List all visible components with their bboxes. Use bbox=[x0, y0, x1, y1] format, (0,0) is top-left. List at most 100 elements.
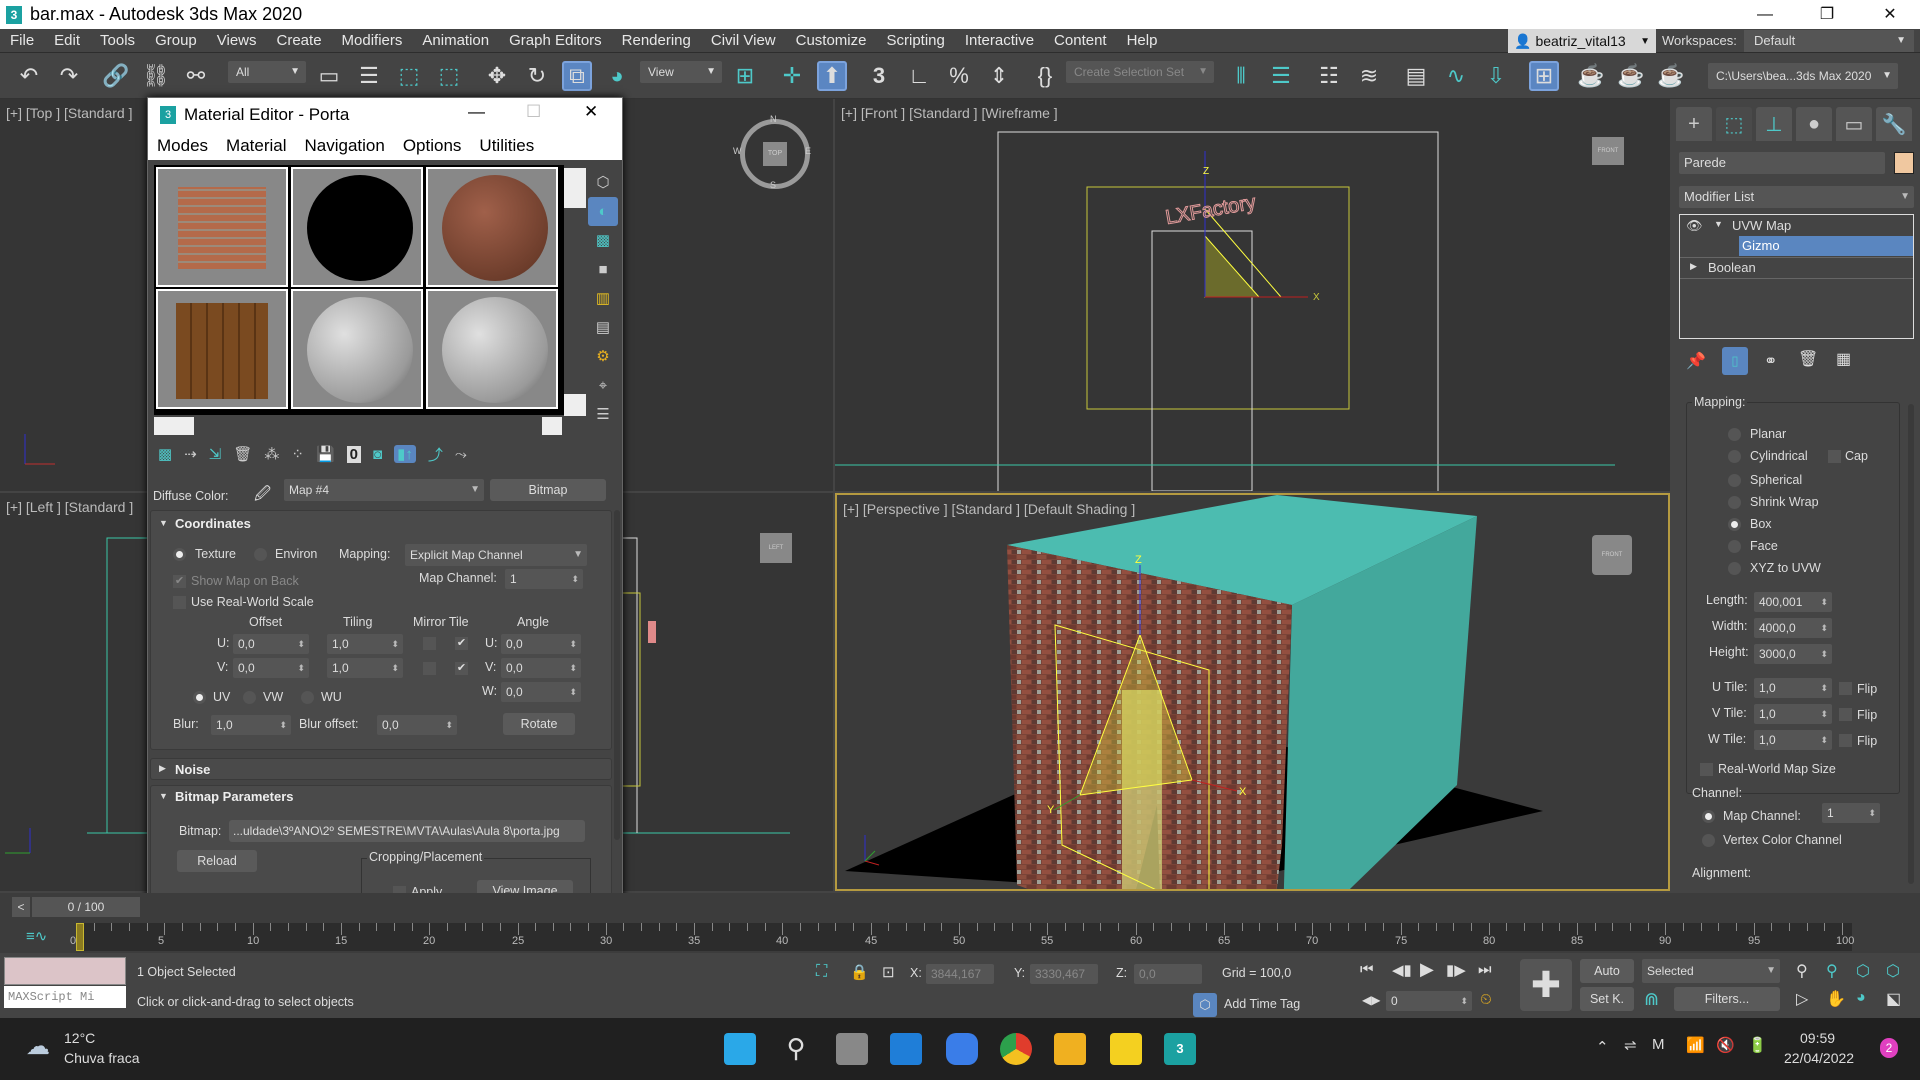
slots-hscroll-end[interactable] bbox=[542, 417, 562, 435]
menu-animation[interactable]: Animation bbox=[412, 29, 499, 53]
absolute-mode-icon[interactable]: ⊡ bbox=[882, 963, 895, 981]
length-spinner[interactable]: 400,001 ⬍ bbox=[1754, 592, 1832, 612]
pivot-center-icon[interactable]: ⊞ bbox=[730, 61, 760, 91]
tile-u-checkbox[interactable]: ✔ bbox=[455, 637, 468, 650]
stack-item-uvw-map[interactable]: UVW Map bbox=[1732, 218, 1791, 233]
current-frame-spinner[interactable]: 0 ⬍ bbox=[1386, 991, 1472, 1011]
tiling-v-spinner[interactable]: 1,0 ⬍ bbox=[327, 658, 403, 678]
bitmap-parameters-title[interactable]: Bitmap Parameters bbox=[175, 789, 294, 804]
make-preview-icon[interactable]: ▤ bbox=[588, 313, 618, 342]
workspaces-dropdown[interactable]: Default ▼ bbox=[1744, 30, 1914, 52]
search-icon[interactable]: ⚲ bbox=[780, 1033, 812, 1065]
collapse-arrow-icon[interactable]: ▼ bbox=[159, 518, 168, 528]
tiling-u-spinner[interactable]: 1,0 ⬍ bbox=[327, 634, 403, 654]
zoom-extents-all-icon[interactable]: ⬡ bbox=[1886, 961, 1900, 981]
menu-options[interactable]: Options bbox=[394, 136, 471, 156]
menu-tools[interactable]: Tools bbox=[90, 29, 145, 53]
pan-icon[interactable]: ✋ bbox=[1826, 989, 1846, 1009]
radio-face[interactable] bbox=[1728, 540, 1741, 553]
backlight-icon[interactable]: ◐ bbox=[588, 197, 618, 226]
timeline-current-frame-marker[interactable] bbox=[76, 923, 84, 951]
go-to-start-icon[interactable]: ⏮ bbox=[1360, 961, 1374, 978]
material-id-icon[interactable]: 0 bbox=[346, 445, 361, 463]
mail-app-icon[interactable] bbox=[890, 1033, 922, 1065]
map-channel-spinner[interactable]: 1 ⬍ bbox=[505, 569, 583, 589]
show-end-result-icon[interactable]: ▮↑ bbox=[394, 445, 416, 463]
move-icon[interactable]: ✥ bbox=[482, 61, 512, 91]
meet-tray-icon[interactable]: M bbox=[1652, 1036, 1665, 1053]
viewcube-perspective[interactable]: FRONT bbox=[1592, 535, 1632, 575]
rotate-button[interactable]: Rotate bbox=[503, 713, 575, 735]
v-tile-spinner[interactable]: 1,0 ⬍ bbox=[1754, 704, 1832, 724]
play-icon[interactable]: ▶ bbox=[1420, 959, 1434, 980]
network-tray-icon[interactable]: ⇌ bbox=[1624, 1036, 1637, 1054]
sample-slot-brick-cube[interactable] bbox=[156, 167, 288, 287]
close-button[interactable]: ✕ bbox=[1860, 0, 1920, 29]
configure-modifier-sets-icon[interactable]: ▦ bbox=[1836, 349, 1851, 369]
selection-lock-icon[interactable]: 🔒 bbox=[850, 963, 869, 981]
maximize-viewport-icon[interactable]: ⬕ bbox=[1886, 989, 1901, 1009]
show-map-on-back-checkbox[interactable]: ✔ bbox=[173, 575, 186, 588]
object-name-field[interactable]: Parede bbox=[1679, 152, 1885, 174]
show-shaded-material-icon[interactable]: ◙ bbox=[373, 446, 382, 463]
menu-navigation[interactable]: Navigation bbox=[296, 136, 394, 156]
create-tab-icon[interactable]: + bbox=[1676, 107, 1712, 141]
sample-slot-black-sphere[interactable] bbox=[291, 167, 423, 287]
sample-slot-wood-crate[interactable] bbox=[156, 289, 288, 409]
curve-editor-mini-icon[interactable]: ≡∿ bbox=[26, 927, 47, 945]
task-view-icon[interactable] bbox=[836, 1033, 868, 1065]
radio-planar[interactable] bbox=[1728, 428, 1741, 441]
y-coordinate-field[interactable]: 3330,467 bbox=[1030, 964, 1098, 984]
time-slider[interactable]: 0 / 100 bbox=[32, 897, 140, 917]
menu-material[interactable]: Material bbox=[217, 136, 295, 156]
select-and-place-icon[interactable]: ◕ bbox=[602, 61, 632, 91]
schematic-view-icon[interactable]: ⇩ bbox=[1481, 61, 1511, 91]
display-tab-icon[interactable]: ▭ bbox=[1836, 107, 1872, 141]
radio-spherical[interactable] bbox=[1728, 474, 1741, 487]
map-name-field[interactable]: Map #4 ▼ bbox=[284, 479, 484, 501]
sample-type-icon[interactable]: ⬡ bbox=[588, 168, 618, 197]
radio-xyz-to-uvw[interactable] bbox=[1728, 562, 1741, 575]
reset-map-icon[interactable]: 🗑 bbox=[233, 445, 252, 463]
scene-explorer-icon[interactable]: ☷ bbox=[1314, 61, 1344, 91]
menu-utilities[interactable]: Utilities bbox=[470, 136, 543, 156]
auto-key-button[interactable]: Auto bbox=[1580, 959, 1634, 983]
radio-cylindrical[interactable] bbox=[1728, 450, 1741, 463]
3dsmax-app-icon[interactable]: 3 bbox=[1164, 1033, 1196, 1065]
key-filter-dropdown[interactable]: Selected ▼ bbox=[1642, 959, 1780, 983]
assign-to-selection-icon[interactable]: ⇲ bbox=[209, 445, 222, 463]
volume-muted-icon[interactable]: 🔇 bbox=[1716, 1036, 1735, 1054]
zoom-all-icon[interactable]: ⚲ bbox=[1826, 961, 1838, 981]
rotate-icon[interactable]: ↻ bbox=[522, 61, 552, 91]
blur-spinner[interactable]: 1,0 ⬍ bbox=[211, 715, 291, 735]
field-of-view-icon[interactable]: ▷ bbox=[1796, 989, 1808, 1009]
snap-toggle-icon[interactable]: 3 bbox=[864, 61, 894, 91]
menu-graph-editors[interactable]: Graph Editors bbox=[499, 29, 612, 53]
material-editor-titlebar[interactable]: 3 Material Editor - Porta — ☐ ✕ bbox=[148, 98, 622, 132]
angle-snap-icon[interactable]: ∟ bbox=[904, 61, 934, 91]
options-icon[interactable]: ⚙ bbox=[588, 342, 618, 371]
maxscript-mini-listener[interactable]: MAXScript Mi bbox=[4, 986, 126, 1008]
user-account-dropdown[interactable]: 👤 beatriz_vital13 ▼ bbox=[1508, 29, 1656, 53]
curve-editor-icon[interactable]: ∿ bbox=[1441, 61, 1471, 91]
mirror-v-checkbox[interactable] bbox=[423, 662, 436, 675]
weather-desc[interactable]: Chuva fraca bbox=[64, 1050, 139, 1066]
w-flip-checkbox[interactable] bbox=[1839, 734, 1852, 747]
rendered-frame-window-icon[interactable]: ☕ bbox=[1616, 61, 1646, 91]
x-coordinate-field[interactable]: 3844,167 bbox=[926, 964, 994, 984]
redo-icon[interactable]: ↷ bbox=[54, 61, 84, 91]
tile-v-checkbox[interactable]: ✔ bbox=[455, 662, 468, 675]
set-key-button[interactable]: Set K. bbox=[1580, 987, 1634, 1011]
minimize-button[interactable]: — bbox=[1735, 0, 1795, 29]
put-to-library-icon[interactable]: 💾 bbox=[316, 445, 335, 463]
cap-checkbox[interactable] bbox=[1828, 450, 1841, 463]
radio-map-channel[interactable] bbox=[1702, 810, 1715, 823]
coordinates-title[interactable]: Coordinates bbox=[175, 516, 251, 531]
mirror-icon[interactable]: ⫴ bbox=[1226, 61, 1256, 91]
clock-date[interactable]: 22/04/2022 bbox=[1784, 1050, 1854, 1066]
angle-w-spinner[interactable]: 0,0 ⬍ bbox=[501, 682, 581, 702]
percent-snap-icon[interactable]: % bbox=[944, 61, 974, 91]
undo-icon[interactable]: ↶ bbox=[14, 61, 44, 91]
radio-environ[interactable] bbox=[254, 548, 267, 561]
map-type-button[interactable]: Bitmap bbox=[490, 479, 606, 501]
